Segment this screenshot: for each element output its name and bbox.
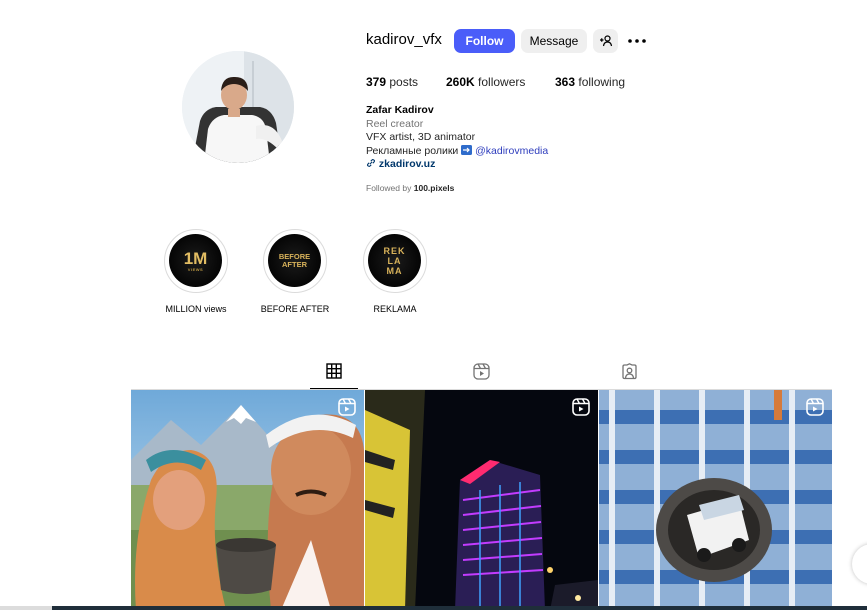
followed-by-prefix: Followed by: [366, 183, 412, 193]
add-user-icon: [599, 35, 612, 47]
posts-count: 379: [366, 75, 387, 89]
reel-icon: [572, 398, 590, 416]
post-thumbnail: [365, 390, 598, 610]
highlight-cover-image: 1M VIEWS: [169, 234, 222, 287]
arrow-right-icon: [461, 144, 473, 155]
followers-stat[interactable]: 260K followers: [446, 75, 525, 89]
tab-posts[interactable]: [310, 361, 358, 389]
highlight-cover-image: BEFORE AFTER: [268, 234, 321, 287]
tagged-icon: [621, 363, 637, 380]
taskbar-strip: [0, 606, 867, 610]
profile-full-name: Zafar Kadirov: [366, 104, 434, 116]
highlight-label: REKLAMA: [373, 304, 417, 314]
following-count: 363: [555, 75, 576, 89]
reel-icon: [806, 398, 824, 416]
avatar-photo: [182, 51, 294, 163]
posts-label: posts: [389, 75, 419, 89]
profile-username: kadirov_vfx: [366, 31, 442, 48]
taskbar-strip-light: [0, 606, 52, 610]
post-tile[interactable]: [131, 390, 364, 610]
bio-line-2: Рекламные ролики @kadirovmedia: [366, 144, 548, 159]
post-tile[interactable]: [365, 390, 598, 610]
bio-line-1: VFX artist, 3D animator: [366, 131, 476, 144]
post-thumbnail: [599, 390, 832, 610]
highlight-cover: 1M VIEWS: [164, 229, 228, 293]
following-stat[interactable]: 363 following: [555, 75, 625, 89]
highlight-cover-line2: AFTER: [282, 259, 307, 269]
highlight-label: BEFORE AFTER: [260, 304, 330, 314]
bio-mention-link[interactable]: @kadirovmedia: [475, 145, 548, 157]
link-icon: [366, 159, 376, 168]
follow-button[interactable]: Follow: [454, 29, 515, 53]
followers-count: 260K: [446, 75, 475, 89]
posts-stat: 379 posts: [366, 75, 418, 89]
more-icon: [628, 39, 646, 43]
highlight-cover-big: 1M: [183, 248, 208, 268]
bio-website-row[interactable]: zkadirov.uz: [366, 158, 548, 172]
highlight-label: MILLION views: [165, 304, 227, 314]
more-options-button[interactable]: [627, 33, 647, 49]
followed-by-user: 100.pixels: [413, 183, 455, 193]
highlight-cover: BEFORE AFTER: [263, 229, 327, 293]
followed-by[interactable]: Followed by 100.pixels: [366, 183, 454, 193]
highlight-cover-line3: MA: [386, 265, 403, 276]
bio-line-2-text: Рекламные ролики: [366, 144, 459, 157]
highlight-reklama[interactable]: REK LA MA REKLAMA: [361, 229, 429, 314]
tab-reels[interactable]: [457, 361, 505, 389]
highlight-cover-line1: REK: [383, 245, 406, 256]
highlight-cover-image: REK LA MA: [368, 234, 421, 287]
reels-icon: [472, 363, 490, 380]
highlight-cover: REK LA MA: [363, 229, 427, 293]
profile-bio: Zafar Kadirov Reel creator VFX artist, 3…: [366, 104, 548, 172]
profile-avatar[interactable]: [182, 51, 294, 163]
followers-label: followers: [478, 75, 526, 89]
post-tile[interactable]: [599, 390, 832, 610]
reel-icon: [338, 398, 356, 416]
highlight-before-after[interactable]: BEFORE AFTER BEFORE AFTER: [261, 229, 329, 314]
bio-website-link[interactable]: zkadirov.uz: [379, 158, 435, 170]
profile-category: Reel creator: [366, 117, 424, 130]
highlight-million-views[interactable]: 1M VIEWS MILLION views: [162, 229, 230, 314]
message-button[interactable]: Message: [521, 29, 587, 53]
post-thumbnail: [131, 390, 364, 610]
grid-icon: [326, 363, 342, 379]
suggest-user-button[interactable]: [593, 29, 618, 53]
tab-tagged[interactable]: [605, 361, 653, 389]
highlight-cover-small: VIEWS: [187, 266, 204, 272]
highlight-cover-line2: LA: [387, 255, 402, 266]
following-label: following: [578, 75, 626, 89]
scroll-next-button[interactable]: [852, 544, 867, 584]
